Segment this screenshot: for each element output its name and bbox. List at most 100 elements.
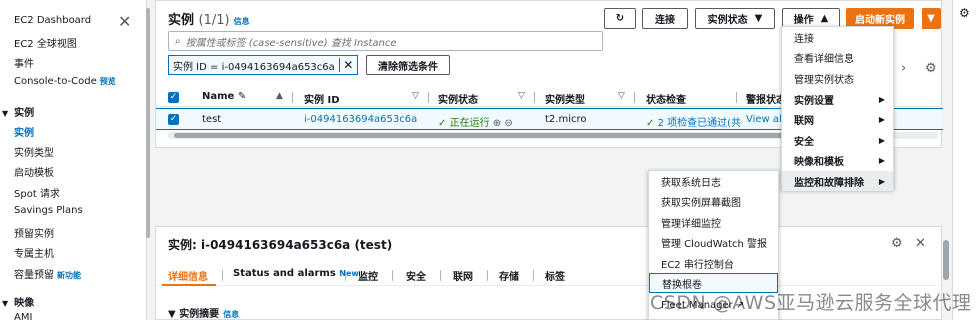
refresh-button[interactable]: ↻ — [604, 8, 636, 29]
zoom-out-icon[interactable]: ⊖ — [504, 118, 512, 129]
tab-divider — [533, 270, 534, 281]
sort-icon[interactable]: ▽ — [518, 91, 525, 101]
sidebar-section-images[interactable]: ▼ 映像 — [2, 294, 34, 309]
tab-networking[interactable]: 联网 — [453, 268, 473, 283]
close-icon[interactable]: ✕ — [915, 236, 926, 251]
sidebar-item-global-view[interactable]: EC2 全球视图 — [14, 35, 77, 50]
sidebar-item-launch-templates[interactable]: 启动模板 — [14, 164, 54, 179]
column-divider[interactable] — [428, 92, 429, 103]
scrollbar-thumb[interactable] — [174, 133, 789, 138]
tab-details[interactable]: 详细信息 — [168, 268, 208, 283]
edit-icon[interactable]: ✎ — [238, 91, 246, 102]
instance-summary-heading[interactable]: ▼ 实例摘要 信息 — [168, 305, 239, 320]
column-header-instance-id[interactable]: 实例 ID — [304, 91, 340, 106]
sidebar-scrollbar[interactable] — [146, 8, 150, 238]
sort-icon[interactable]: ▽ — [412, 91, 419, 101]
tab-label: Status and alarms — [233, 268, 336, 279]
column-header-status-check[interactable]: 状态检查 — [646, 91, 686, 106]
summary-label: 实例摘要 — [179, 309, 220, 320]
zoom-in-icon[interactable]: ⊕ — [493, 118, 501, 129]
column-header-type[interactable]: 实例类型 — [545, 91, 585, 106]
column-divider[interactable] — [634, 92, 635, 103]
sidebar-item-console-to-code[interactable]: Console-to-Code 预览 — [14, 76, 116, 87]
sidebar-item-spot-requests[interactable]: Spot 请求 — [14, 185, 60, 200]
tab-divider — [222, 270, 223, 281]
column-header-alarm[interactable]: 警报状态 — [746, 91, 786, 106]
gear-icon[interactable]: ⚙ — [925, 61, 937, 76]
sidebar-section-label: 映像 — [14, 298, 35, 309]
tab-security[interactable]: 安全 — [406, 268, 426, 283]
sidebar-item-instance-types[interactable]: 实例类型 — [14, 144, 54, 159]
page-title: 实例 (1/1) 信息 — [168, 9, 250, 28]
connect-button[interactable]: 连接 — [642, 8, 688, 29]
filter-token: 实例 ID = i-0494163694a653c6a ✕ — [168, 55, 358, 75]
sidebar-item-instances[interactable]: 实例 — [14, 124, 34, 139]
sort-icon[interactable]: ▽ — [618, 91, 625, 101]
sort-asc-icon[interactable]: ▲ — [276, 91, 283, 101]
menu-item-detailed-monitoring[interactable]: 管理详细监控 — [649, 212, 778, 232]
sidebar-item-ami[interactable]: AMI — [14, 312, 32, 320]
filter-token-text: 实例 ID = i-0494163694a653c6a — [173, 61, 335, 73]
menu-item-images-templates[interactable]: 映像和模板 ▶ — [782, 150, 893, 170]
tab-divider — [487, 270, 488, 281]
sidebar-section-instances[interactable]: ▼ 实例 — [2, 104, 34, 119]
details-scrollbar[interactable] — [943, 240, 949, 280]
menu-item-connect[interactable]: 连接 — [782, 27, 893, 47]
preview-badge: 预览 — [99, 77, 116, 86]
column-divider[interactable] — [534, 92, 535, 103]
menu-item-monitor-troubleshoot[interactable]: 监控和故障排除 ▶ — [782, 171, 893, 191]
tab-storage[interactable]: 存储 — [499, 268, 519, 283]
select-all-checkbox[interactable]: ✓ — [168, 92, 179, 103]
sidebar-item-savings-plans[interactable]: Savings Plans — [14, 205, 83, 216]
sidebar-item-dedicated-hosts[interactable]: 专属主机 — [14, 245, 54, 260]
actions-menu: 连接 查看详细信息 管理实例状态 实例设置 ▶ 联网 ▶ 安全 ▶ 映像和模板 ▶ 监控… — [781, 26, 894, 191]
menu-item-label: 监控和故障排除 — [794, 177, 864, 189]
menu-item-networking[interactable]: 联网 ▶ — [782, 109, 893, 129]
caret-down-icon: ▼ — [2, 299, 9, 308]
menu-item-system-log[interactable]: 获取系统日志 — [649, 171, 778, 191]
menu-item-security[interactable]: 安全 ▶ — [782, 130, 893, 150]
tab-monitoring[interactable]: 监控 — [358, 268, 378, 283]
tab-status-alarms[interactable]: Status and alarms New — [233, 268, 359, 279]
state-text: 正在运行 — [449, 118, 490, 129]
search-input[interactable]: ⌕ 按属性或标签 (case-sensitive) 查找 Instance — [168, 31, 603, 51]
settings-icon[interactable]: ⚙ — [959, 6, 970, 20]
ec2-console: EC2 Dashboard ✕ EC2 全球视图 事件 Console-to-C… — [0, 0, 977, 320]
sidebar-item-reserved-instances[interactable]: 预留实例 — [14, 225, 54, 240]
remove-filter-icon[interactable]: ✕ — [338, 58, 357, 72]
tab-tags[interactable]: 标签 — [545, 268, 565, 283]
menu-item-manage-state[interactable]: 管理实例状态 — [782, 68, 893, 88]
menu-item-view-details[interactable]: 查看详细信息 — [782, 47, 893, 67]
menu-item-instance-settings[interactable]: 实例设置 ▶ — [782, 89, 893, 109]
close-icon[interactable]: ✕ — [118, 12, 131, 31]
info-link[interactable]: 信息 — [234, 17, 250, 26]
status-check-link[interactable]: 2 项检查已通过(共 — [658, 118, 741, 129]
sidebar-item-capacity-reservations[interactable]: 容量预留 新功能 — [14, 266, 81, 281]
chevron-right-icon[interactable]: › — [901, 61, 906, 76]
row-checkbox[interactable]: ✓ — [168, 114, 179, 125]
cell-instance-id-link[interactable]: i-0494163694a653c6a — [304, 114, 417, 125]
column-header-state[interactable]: 实例状态 — [438, 91, 478, 106]
menu-item-serial-console[interactable]: EC2 串行控制台 — [649, 253, 778, 273]
tab-divider — [392, 270, 393, 281]
gear-icon[interactable]: ⚙ — [891, 236, 903, 251]
sidebar-item-dashboard[interactable]: EC2 Dashboard — [14, 15, 91, 26]
launch-dropdown-button[interactable]: ▼ — [921, 8, 941, 29]
title-text: 实例 — [168, 13, 195, 28]
instance-state-button[interactable]: 实例状态 ▼ — [695, 8, 775, 29]
cell-name: test — [202, 114, 222, 125]
cell-type: t2.micro — [545, 114, 587, 125]
watermark: CSDN @AWS亚马逊云服务全球代理 — [650, 292, 972, 314]
column-header-name[interactable]: Name ✎ — [202, 91, 246, 102]
column-divider[interactable] — [736, 92, 737, 103]
sidebar-item-events[interactable]: 事件 — [14, 55, 34, 70]
details-title: 实例: i-0494163694a653c6a (test) — [168, 238, 393, 252]
column-divider[interactable] — [292, 92, 293, 103]
menu-item-screenshot[interactable]: 获取实例屏幕截图 — [649, 191, 778, 211]
sidebar-item-label: 容量预留 — [14, 270, 54, 281]
info-link[interactable]: 信息 — [223, 310, 239, 319]
menu-item-label: 联网 — [794, 115, 814, 127]
menu-item-cloudwatch-alarms[interactable]: 管理 CloudWatch 警报 — [649, 232, 778, 252]
sidebar-section-label: 实例 — [14, 108, 35, 119]
clear-filters-button[interactable]: 清除筛选条件 — [366, 55, 450, 75]
